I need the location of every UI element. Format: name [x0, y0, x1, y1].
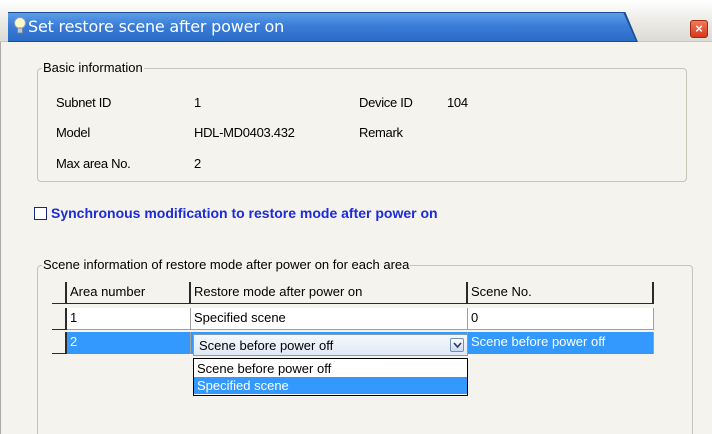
row-header[interactable]	[52, 332, 67, 354]
table-row-area-cell[interactable]: 1	[67, 308, 191, 330]
close-button[interactable]: ×	[690, 20, 708, 38]
subnet-id-label: Subnet ID	[56, 95, 112, 110]
sync-checkbox-label[interactable]: Synchronous modification to restore mode…	[51, 205, 438, 221]
column-header-area[interactable]: Area number	[67, 282, 191, 304]
sync-checkbox[interactable]	[34, 207, 47, 220]
remark-label: Remark	[359, 125, 403, 140]
combo-value: Scene before power off	[199, 338, 334, 353]
device-id-label: Device ID	[359, 95, 413, 110]
scene-info-title: Scene information of restore mode after …	[42, 257, 411, 272]
model-label: Model	[56, 125, 90, 140]
model-value: HDL-MD0403.432	[194, 125, 295, 140]
window-left-border	[0, 42, 10, 434]
dropdown-option[interactable]: Specified scene	[194, 377, 467, 394]
column-header-scene[interactable]: Scene No.	[468, 282, 654, 304]
max-area-value: 2	[194, 156, 201, 171]
window-title: Set restore scene after power on	[28, 17, 285, 36]
table-row-area-cell[interactable]: 2	[67, 332, 191, 354]
table-row-mode-cell[interactable]: Specified scene	[191, 308, 468, 330]
restore-mode-combo[interactable]: Scene before power off	[193, 334, 468, 356]
dropdown-option[interactable]: Scene before power off	[194, 360, 467, 377]
column-header-mode[interactable]: Restore mode after power on	[191, 282, 468, 304]
grid-corner	[52, 282, 67, 304]
row-header[interactable]	[52, 308, 67, 330]
table-row-scene-cell[interactable]: Scene before power off	[468, 332, 654, 354]
subnet-id-value: 1	[194, 95, 201, 110]
table-row-scene-cell[interactable]: 0	[468, 308, 654, 330]
chevron-down-icon[interactable]	[450, 338, 464, 352]
device-id-value: 104	[447, 95, 468, 110]
basic-info-title: Basic information	[42, 60, 144, 75]
bulb-icon	[13, 16, 27, 36]
restore-mode-dropdown: Scene before power off Specified scene	[193, 358, 468, 396]
max-area-label: Max area No.	[56, 156, 131, 171]
